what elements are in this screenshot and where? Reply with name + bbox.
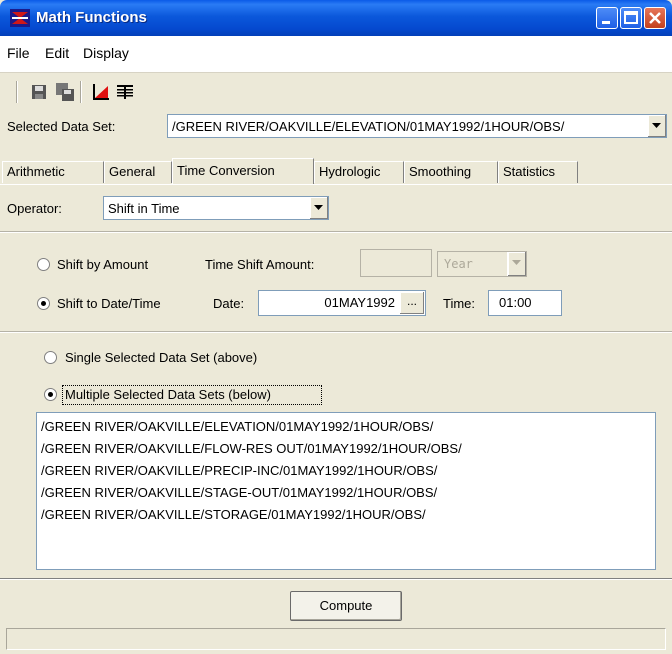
divider xyxy=(0,578,672,580)
selected-data-set-label: Selected Data Set: xyxy=(7,119,116,134)
time-shift-unit-dropdown-button[interactable] xyxy=(507,252,526,276)
tab-hydrologic[interactable]: Hydrologic xyxy=(314,161,404,183)
single-data-set-label[interactable]: Single Selected Data Set (above) xyxy=(65,350,257,365)
window-title: Math Functions xyxy=(36,9,147,26)
chevron-down-icon xyxy=(314,205,323,210)
date-picker-button[interactable]: ... xyxy=(400,292,424,314)
operator-dropdown-button[interactable] xyxy=(309,197,328,219)
single-data-set-radio[interactable] xyxy=(44,351,57,364)
list-item[interactable]: /GREEN RIVER/OAKVILLE/STAGE-OUT/01MAY199… xyxy=(41,485,437,500)
operator-combo[interactable]: Shift in Time xyxy=(103,196,329,220)
data-set-list[interactable]: /GREEN RIVER/OAKVILLE/ELEVATION/01MAY199… xyxy=(36,412,656,570)
tab-smoothing[interactable]: Smoothing xyxy=(404,161,498,183)
time-shift-unit-value: Year xyxy=(444,257,473,271)
compute-button[interactable]: Compute xyxy=(290,591,402,621)
divider xyxy=(0,231,672,233)
tab-time-conversion[interactable]: Time Conversion xyxy=(172,158,314,184)
selected-data-set-value: /GREEN RIVER/OAKVILLE/ELEVATION/01MAY199… xyxy=(172,119,565,134)
shift-to-date-time-radio[interactable] xyxy=(37,297,50,310)
menu-file[interactable]: File xyxy=(7,45,30,61)
multiple-data-sets-label[interactable]: Multiple Selected Data Sets (below) xyxy=(65,387,271,402)
tab-statistics[interactable]: Statistics xyxy=(498,161,578,183)
tab-general[interactable]: General xyxy=(104,161,172,183)
list-item[interactable]: /GREEN RIVER/OAKVILLE/ELEVATION/01MAY199… xyxy=(41,419,433,434)
selected-data-set-combo[interactable]: /GREEN RIVER/OAKVILLE/ELEVATION/01MAY199… xyxy=(167,114,667,138)
math-functions-window: Math Functions File Edit Display Selecte… xyxy=(0,0,672,654)
status-bar xyxy=(6,628,666,650)
time-shift-amount-field[interactable] xyxy=(360,249,432,277)
selected-data-set-dropdown-button[interactable] xyxy=(647,115,666,137)
function-tabs: Arithmetic General Time Conversion Hydro… xyxy=(0,158,672,186)
time-label: Time: xyxy=(443,296,476,311)
multiple-data-sets-radio[interactable] xyxy=(44,388,57,401)
tab-arithmetic[interactable]: Arithmetic xyxy=(2,161,104,183)
close-button[interactable] xyxy=(644,7,666,29)
date-value: 01MAY1992 xyxy=(324,295,395,310)
save-as-icon[interactable] xyxy=(54,81,76,103)
date-field[interactable]: 01MAY1992 ... xyxy=(258,290,426,316)
close-icon xyxy=(649,12,661,24)
operator-value: Shift in Time xyxy=(108,201,180,216)
title-bar[interactable]: Math Functions xyxy=(0,0,672,36)
minimize-icon xyxy=(602,21,610,24)
time-field[interactable]: 01:00 xyxy=(488,290,562,316)
operator-label: Operator: xyxy=(7,201,62,216)
shift-to-date-time-label[interactable]: Shift to Date/Time xyxy=(57,296,161,311)
time-shift-unit-combo[interactable]: Year xyxy=(437,251,527,277)
time-shift-amount-label: Time Shift Amount: xyxy=(205,257,315,272)
toolbar-separator xyxy=(80,81,82,103)
list-item[interactable]: /GREEN RIVER/OAKVILLE/PRECIP-INC/01MAY19… xyxy=(41,463,437,478)
maximize-button[interactable] xyxy=(620,7,642,29)
divider xyxy=(0,331,672,333)
tab-panel-border xyxy=(0,184,672,185)
maximize-icon xyxy=(624,11,638,24)
time-value: 01:00 xyxy=(499,295,532,310)
shift-by-amount-radio[interactable] xyxy=(37,258,50,271)
menu-edit[interactable]: Edit xyxy=(45,45,69,61)
shift-by-amount-label[interactable]: Shift by Amount xyxy=(57,257,148,272)
list-item[interactable]: /GREEN RIVER/OAKVILLE/STORAGE/01MAY1992/… xyxy=(41,507,426,522)
chevron-down-icon xyxy=(652,123,661,128)
toolbar-separator xyxy=(16,81,18,103)
plot-icon[interactable] xyxy=(90,81,112,103)
chevron-down-icon xyxy=(512,260,521,265)
date-label: Date: xyxy=(213,296,245,311)
list-item[interactable]: /GREEN RIVER/OAKVILLE/FLOW-RES OUT/01MAY… xyxy=(41,441,462,456)
app-icon xyxy=(10,9,30,27)
tabulate-icon[interactable] xyxy=(114,81,136,103)
save-icon[interactable] xyxy=(28,81,50,103)
menu-bar: File Edit Display xyxy=(0,36,672,73)
toolbar xyxy=(0,73,672,111)
menu-display[interactable]: Display xyxy=(83,45,129,61)
minimize-button[interactable] xyxy=(596,7,618,29)
